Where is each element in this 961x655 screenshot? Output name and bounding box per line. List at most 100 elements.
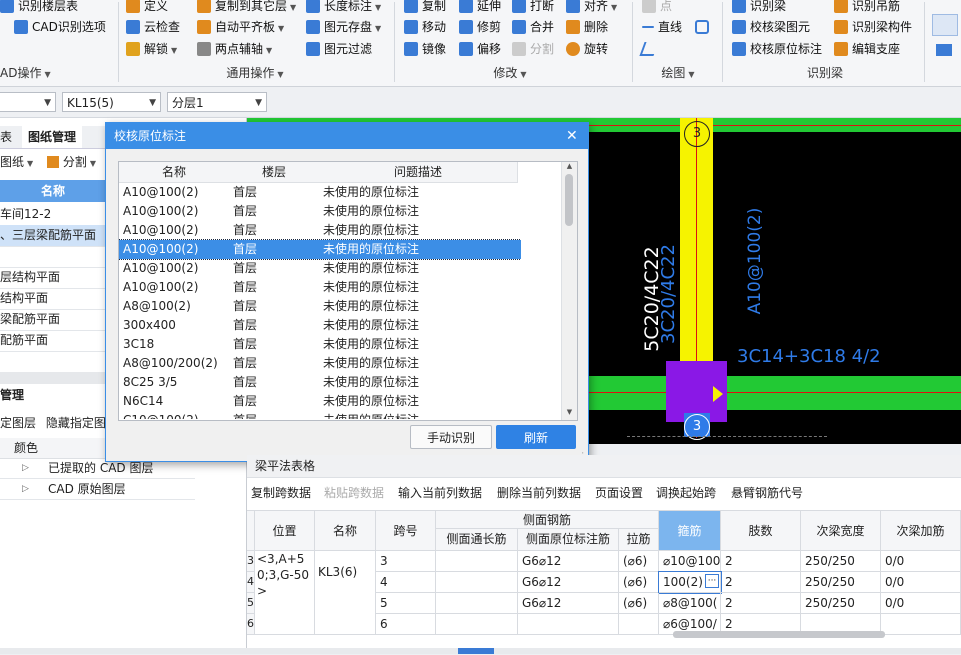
group-label-draw[interactable]: 绘图 ▼ — [648, 65, 708, 81]
list-scrollbar[interactable]: ▲ ▼ — [561, 162, 577, 420]
drawing-row[interactable]: 梁配筋平面 — [0, 309, 106, 331]
header-side-through[interactable]: 侧面通长筋 — [436, 529, 518, 551]
group-label-cad[interactable]: AD操作 ▼ — [0, 65, 60, 81]
secondary-add-cell[interactable]: 0/0 — [881, 551, 961, 572]
identify-floor-table-button[interactable]: 识别楼层表 — [0, 0, 78, 16]
cloud-check-button[interactable]: 云检查 — [126, 17, 180, 37]
drawing-row[interactable]: 层结构平面 — [0, 267, 106, 289]
status-tab-active[interactable] — [458, 648, 494, 654]
expand-arrow-icon[interactable]: ▷ — [22, 458, 29, 478]
expand-arrow-icon[interactable]: ▷ — [22, 479, 29, 499]
copy-button[interactable]: 复制 — [404, 0, 446, 16]
header-tie[interactable]: 拉筋 — [619, 529, 659, 551]
copy-span-button[interactable]: 复制跨数据 — [251, 481, 311, 505]
row-number[interactable]: 6 — [247, 614, 255, 635]
position-cell[interactable]: <3,A+50;3,G-50> — [255, 551, 315, 635]
header-name[interactable]: 名称 — [315, 511, 376, 551]
span-cell[interactable]: 6 — [376, 614, 436, 635]
tie-cell[interactable] — [619, 614, 659, 635]
refresh-button[interactable]: 刷新 — [496, 425, 576, 449]
row-number[interactable]: 3 — [247, 551, 255, 572]
drawing-row[interactable]: 结构平面 — [0, 288, 106, 310]
annotation-row-selected[interactable]: A10@100(2) 首层 未使用的原位标注 — [119, 239, 521, 260]
scroll-down-icon[interactable]: ▼ — [562, 408, 577, 416]
secondary-width-cell[interactable]: 250/250 — [801, 572, 881, 593]
secondary-add-cell[interactable]: 0/0 — [881, 572, 961, 593]
mirror-button[interactable]: 镜像 — [404, 39, 446, 59]
offset-button[interactable]: 偏移 — [459, 39, 501, 59]
annotation-row[interactable]: 3C18 首层 未使用的原位标注 — [119, 335, 521, 354]
tie-cell[interactable]: (⌀6) — [619, 551, 659, 572]
split-button[interactable]: 分割 — [512, 39, 554, 59]
span-cell[interactable]: 5 — [376, 593, 436, 614]
scroll-up-icon[interactable]: ▲ — [562, 162, 577, 170]
scroll-thumb[interactable] — [565, 174, 573, 226]
paste-span-button[interactable]: 粘贴跨数据 — [324, 481, 384, 505]
stirrup-cell[interactable]: ⌀8@100( — [659, 593, 721, 614]
header-span[interactable]: 跨号 — [376, 511, 436, 551]
side-through-cell[interactable] — [436, 614, 518, 635]
legs-cell[interactable]: 2 — [721, 572, 801, 593]
trim-button[interactable]: 修剪 — [459, 17, 501, 37]
annotation-row[interactable]: C10@100(2) 首层 未使用的原位标注 — [119, 411, 521, 419]
page-setup-button[interactable]: 页面设置 — [595, 481, 643, 505]
side-through-cell[interactable] — [436, 572, 518, 593]
secondary-add-cell[interactable]: 0/0 — [881, 593, 961, 614]
manual-identify-button[interactable]: 手动识别 — [410, 425, 492, 449]
floor-select[interactable]: ▼ — [0, 92, 56, 112]
annotation-row[interactable]: A8@100/200(2) 首层 未使用的原位标注 — [119, 354, 521, 373]
panel-toggle-icon[interactable] — [936, 44, 952, 56]
identify-beam-component-button[interactable]: 识别梁构件 — [834, 17, 912, 37]
legs-cell[interactable]: 2 — [721, 551, 801, 572]
check-insitu-annotation-button[interactable]: 校核原位标注 — [732, 39, 822, 59]
dialog-titlebar[interactable]: 校核原位标注 ✕ — [106, 123, 588, 149]
edit-support-button[interactable]: 编辑支座 — [834, 39, 900, 59]
tab-table[interactable]: 表 — [0, 128, 12, 145]
side-insitu-cell[interactable] — [518, 614, 619, 635]
span-cell[interactable]: 3 — [376, 551, 436, 572]
point-button[interactable]: 点 — [642, 0, 672, 16]
group-label-modify[interactable]: 修改 ▼ — [470, 65, 550, 81]
delete-button[interactable]: 删除 — [566, 17, 608, 37]
cad-options-button[interactable]: CAD识别选项 — [14, 17, 106, 37]
column-header-description[interactable]: 问题描述 — [319, 162, 518, 183]
side-insitu-cell[interactable]: G6⌀12 — [518, 551, 619, 572]
check-beam-element-button[interactable]: 校核梁图元 — [732, 17, 810, 37]
merge-button[interactable]: 合并 — [512, 17, 554, 37]
polyline-icon[interactable] — [639, 42, 659, 56]
header-secondary-width[interactable]: 次梁宽度 — [801, 511, 881, 551]
tab-drawing-management[interactable]: 图纸管理 — [22, 126, 83, 148]
header-secondary-add[interactable]: 次梁加筋 — [881, 511, 961, 551]
show-layer-button[interactable]: 定图层 — [0, 416, 36, 430]
secondary-width-cell[interactable]: 250/250 — [801, 593, 881, 614]
close-icon[interactable]: ✕ — [566, 123, 578, 149]
swap-start-span-button[interactable]: 调换起始跨 — [656, 481, 716, 505]
legs-cell[interactable]: 2 — [721, 593, 801, 614]
auto-align-slab-button[interactable]: 自动平齐板 ▼ — [197, 17, 284, 37]
header-side-insitu[interactable]: 侧面原位标注筋 — [518, 529, 619, 551]
save-element-button[interactable]: 图元存盘 ▼ — [306, 17, 381, 37]
annotation-row[interactable]: 8C25 3/5 首层 未使用的原位标注 — [119, 373, 521, 392]
column-header-name[interactable]: 名称 — [119, 162, 230, 183]
drawing-button[interactable]: 图纸 — [0, 155, 24, 169]
define-button[interactable]: 定义 — [126, 0, 168, 16]
two-point-axis-button[interactable]: 两点辅轴 ▼ — [197, 39, 272, 59]
side-insitu-cell[interactable]: G6⌀12 — [518, 593, 619, 614]
side-through-cell[interactable] — [436, 551, 518, 572]
row-number[interactable]: 4 — [247, 572, 255, 593]
group-label-general[interactable]: 通用操作 ▼ — [200, 65, 310, 81]
annotation-row[interactable]: A10@100(2) 首层 未使用的原位标注 — [119, 202, 521, 221]
move-button[interactable]: 移动 — [404, 17, 446, 37]
row-number[interactable]: 5 — [247, 593, 255, 614]
horizontal-scroll-thumb[interactable] — [673, 631, 885, 638]
drawing-row-selected[interactable]: 、三层梁配筋平面 — [0, 225, 106, 247]
identify-hanger-button[interactable]: 识别吊筋 — [834, 0, 900, 16]
annotation-row[interactable]: N6C14 首层 未使用的原位标注 — [119, 392, 521, 411]
side-through-cell[interactable] — [436, 593, 518, 614]
column-header-floor[interactable]: 楼层 — [229, 162, 320, 183]
input-column-button[interactable]: 输入当前列数据 — [398, 481, 482, 505]
drawing-row-empty[interactable] — [0, 246, 106, 268]
ellipsis-icon[interactable]: ··· — [705, 574, 719, 588]
hide-layer-button[interactable]: 隐藏指定图 — [46, 416, 106, 430]
annotation-row[interactable]: A8@100(2) 首层 未使用的原位标注 — [119, 297, 521, 316]
